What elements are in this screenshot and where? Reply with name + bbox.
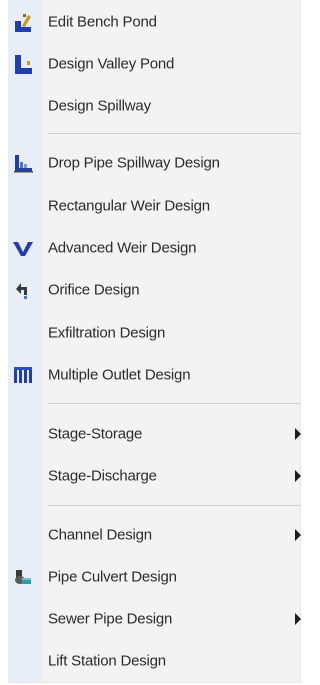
- menu-item-label: Lift Station Design: [48, 652, 166, 670]
- v-notch-weir-icon: [12, 237, 34, 259]
- submenu-arrow-icon: [295, 428, 301, 440]
- menu-item-design-spillway[interactable]: Design Spillway: [8, 86, 301, 126]
- menu-item-rectangular-weir-design[interactable]: Rectangular Weir Design: [8, 186, 301, 226]
- menu-item-stage-discharge[interactable]: Stage-Discharge: [8, 456, 301, 496]
- menu-item-label: Stage-Storage: [48, 425, 143, 443]
- context-menu: Edit Bench Pond Design Valley Pond Desig…: [8, 0, 301, 683]
- drop-pipe-icon: [12, 152, 34, 174]
- menu-item-channel-design[interactable]: Channel Design: [8, 515, 301, 555]
- menu-item-label: Rectangular Weir Design: [48, 197, 210, 215]
- menu-item-label: Multiple Outlet Design: [48, 366, 191, 384]
- valley-pond-icon: [12, 53, 34, 75]
- menu-item-stage-storage[interactable]: Stage-Storage: [8, 414, 301, 454]
- menu-item-label: Design Valley Pond: [48, 55, 175, 73]
- menu-item-sewer-pipe-design[interactable]: Sewer Pipe Design: [8, 599, 301, 639]
- menu-item-label: Design Spillway: [48, 97, 151, 115]
- menu-separator: [48, 133, 300, 134]
- menu-item-edit-bench-pond[interactable]: Edit Bench Pond: [8, 2, 301, 42]
- menu-item-label: Exfiltration Design: [48, 324, 166, 342]
- menu-item-label: Edit Bench Pond: [48, 13, 157, 31]
- menu-separator: [48, 505, 300, 506]
- menu-item-drop-pipe-spillway-design[interactable]: Drop Pipe Spillway Design: [8, 143, 301, 183]
- submenu-arrow-icon: [295, 613, 301, 625]
- multiple-outlet-icon: [12, 364, 34, 386]
- menu-item-exfiltration-design[interactable]: Exfiltration Design: [8, 313, 301, 353]
- bench-pond-icon: [12, 11, 34, 33]
- menu-item-label: Channel Design: [48, 526, 152, 544]
- menu-item-label: Advanced Weir Design: [48, 239, 197, 257]
- menu-item-label: Orifice Design: [48, 281, 140, 299]
- menu-separator: [48, 403, 300, 404]
- menu-item-label: Stage-Discharge: [48, 467, 157, 485]
- submenu-arrow-icon: [295, 470, 301, 482]
- submenu-arrow-icon: [295, 529, 301, 541]
- pipe-culvert-icon: [12, 566, 34, 588]
- menu-item-lift-station-design[interactable]: Lift Station Design: [8, 641, 301, 681]
- menu-item-label: Sewer Pipe Design: [48, 610, 173, 628]
- orifice-icon: [12, 279, 34, 301]
- menu-item-orifice-design[interactable]: Orifice Design: [8, 270, 301, 310]
- menu-item-multiple-outlet-design[interactable]: Multiple Outlet Design: [8, 355, 301, 395]
- menu-item-pipe-culvert-design[interactable]: Pipe Culvert Design: [8, 557, 301, 597]
- menu-item-design-valley-pond[interactable]: Design Valley Pond: [8, 44, 301, 84]
- menu-item-label: Drop Pipe Spillway Design: [48, 154, 220, 172]
- menu-item-advanced-weir-design[interactable]: Advanced Weir Design: [8, 228, 301, 268]
- menu-item-label: Pipe Culvert Design: [48, 568, 177, 586]
